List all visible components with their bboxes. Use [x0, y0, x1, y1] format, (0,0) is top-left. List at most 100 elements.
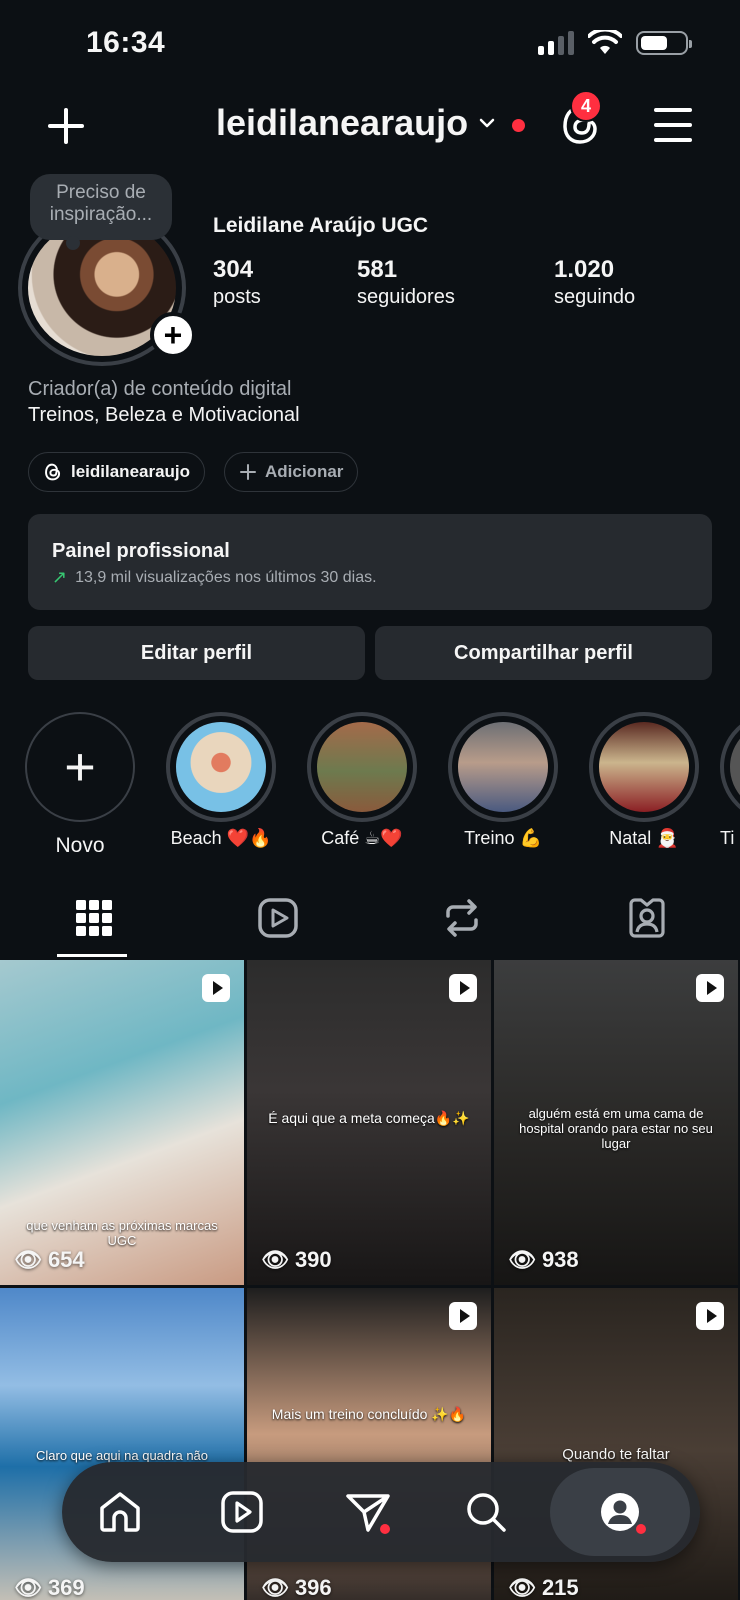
view-count: 👁 369 [14, 1575, 85, 1600]
threads-icon [45, 463, 61, 481]
views-value: 215 [541, 1575, 579, 1600]
username-title: leidilanearaujo [216, 102, 469, 143]
highlight-label: Natal 🎅 [609, 828, 679, 848]
pro-panel-subtitle: 13,9 mil visualizações nos últimos 30 di… [75, 568, 377, 586]
stat-value: 581 [357, 256, 398, 283]
highlight-label: Ti [720, 828, 735, 848]
threads-chip-label: leidilanearaujo [71, 462, 191, 481]
highlight-partial[interactable]: Ti [720, 712, 740, 849]
tagged-tab-icon[interactable] [625, 896, 669, 940]
search-icon[interactable] [460, 1486, 512, 1538]
highlight-label: Novo [55, 834, 105, 857]
eye-icon: 👁 [14, 1247, 42, 1272]
highlight-cafe[interactable]: Café ☕❤️ [302, 712, 422, 849]
full-name: Leidilane Araújo UGC [213, 214, 429, 237]
cellular-signal-icon [538, 31, 574, 55]
post-caption: É aqui que a meta começa🔥✨ [268, 1110, 470, 1126]
highlight-cover [599, 722, 689, 812]
reel-indicator-icon [449, 1302, 477, 1330]
highlight-cover [176, 722, 266, 812]
share-profile-button[interactable]: Compartilhar perfil [375, 626, 712, 680]
views-value: 396 [294, 1575, 332, 1600]
view-count: 👁 938 [508, 1247, 579, 1273]
stat-posts[interactable]: 304 posts [213, 256, 261, 309]
views-value: 369 [47, 1575, 85, 1600]
post-caption: alguém está em uma cama de hospital oran… [519, 1106, 713, 1151]
stat-followers[interactable]: 581 seguidores [357, 256, 455, 309]
status-bar: 16:34 [0, 0, 740, 88]
wifi-icon [588, 30, 622, 54]
home-icon[interactable] [94, 1486, 146, 1538]
highlight-cover [730, 722, 740, 812]
reposts-tab-icon[interactable] [440, 896, 484, 940]
plus-icon [240, 464, 256, 480]
stat-following[interactable]: 1.020 seguindo [554, 256, 635, 309]
notification-badge: 4 [570, 90, 602, 122]
grid-post[interactable]: alguém está em uma cama de hospital oran… [494, 960, 738, 1285]
profile-category: Criador(a) de conteúdo digital [28, 378, 292, 400]
stat-value: 304 [213, 256, 254, 283]
highlight-label: Treino 💪 [464, 828, 542, 848]
highlight-label: Beach ❤️🔥 [170, 828, 272, 848]
create-plus-icon[interactable] [44, 104, 88, 148]
grid-tab-icon[interactable] [72, 896, 116, 940]
post-caption: Mais um treino concluído ✨🔥 [271, 1406, 467, 1422]
post-caption: que venham as próximas marcas UGC [26, 1218, 218, 1248]
profile-bio: Treinos, Beleza e Motivacional [28, 404, 300, 426]
pro-panel-title: Painel profissional [52, 540, 230, 562]
add-story-plus-icon[interactable]: + [150, 312, 196, 358]
eye-icon: 👁 [508, 1247, 536, 1272]
post-caption: Claro que aqui na quadra não [35, 1448, 209, 1463]
grid-post[interactable]: É aqui que a meta começa🔥✨ 👁 390 [247, 960, 491, 1285]
chevron-down-icon [479, 118, 495, 128]
view-count: 👁 215 [508, 1575, 579, 1600]
account-switcher[interactable]: leidilanearaujo [216, 102, 496, 144]
reel-indicator-icon [202, 974, 230, 1002]
professional-dashboard[interactable]: Painel profissional ↗ 13,9 mil visualiza… [28, 514, 712, 610]
grid-post[interactable]: que venham as próximas marcas UGC 👁 654 [0, 960, 244, 1285]
view-count: 👁 396 [261, 1575, 332, 1600]
stat-label: seguidores [357, 286, 455, 308]
battery-icon [636, 31, 692, 55]
eye-icon: 👁 [261, 1575, 289, 1600]
reels-tab-icon[interactable] [256, 896, 300, 940]
highlight-beach[interactable]: Beach ❤️🔥 [161, 712, 281, 849]
profile-unread-dot [636, 1524, 646, 1534]
messages-unread-dot [380, 1524, 390, 1534]
reel-indicator-icon [696, 1302, 724, 1330]
highlight-treino[interactable]: Treino 💪 [443, 712, 563, 849]
view-count: 👁 654 [14, 1247, 85, 1273]
highlight-cover [317, 722, 407, 812]
bottom-navigation [62, 1462, 700, 1562]
profile-note-bubble[interactable]: Preciso de inspiração... [30, 174, 172, 250]
eye-icon: 👁 [508, 1575, 536, 1600]
eye-icon: 👁 [261, 1247, 289, 1272]
stat-label: posts [213, 286, 261, 308]
add-link-button[interactable]: Adicionar [224, 452, 359, 492]
content-tabs [0, 880, 740, 958]
highlight-label: Café ☕❤️ [321, 828, 403, 848]
trend-up-arrow-icon: ↗ [52, 567, 68, 587]
view-count: 👁 390 [261, 1247, 332, 1273]
views-value: 390 [294, 1247, 332, 1272]
reel-indicator-icon [449, 974, 477, 1002]
profile-icon[interactable] [600, 1492, 640, 1532]
highlight-new[interactable]: + Novo [20, 712, 140, 858]
plus-icon: + [25, 712, 135, 822]
views-value: 938 [541, 1247, 579, 1272]
eye-icon: 👁 [14, 1575, 42, 1600]
unread-dot [512, 119, 525, 132]
threads-profile-link[interactable]: leidilanearaujo [28, 452, 206, 492]
stat-label: seguindo [554, 286, 636, 308]
profile-header: leidilanearaujo 4 [0, 90, 740, 160]
reel-indicator-icon [696, 974, 724, 1002]
edit-profile-button[interactable]: Editar perfil [28, 626, 365, 680]
active-tab-indicator [57, 954, 127, 957]
hamburger-menu-icon[interactable] [654, 108, 692, 142]
add-chip-label: Adicionar [265, 462, 344, 481]
highlight-natal[interactable]: Natal 🎅 [584, 712, 704, 849]
clock: 16:34 [86, 26, 166, 59]
stat-value: 1.020 [554, 256, 615, 283]
views-value: 654 [47, 1247, 85, 1272]
reels-icon[interactable] [216, 1486, 268, 1538]
